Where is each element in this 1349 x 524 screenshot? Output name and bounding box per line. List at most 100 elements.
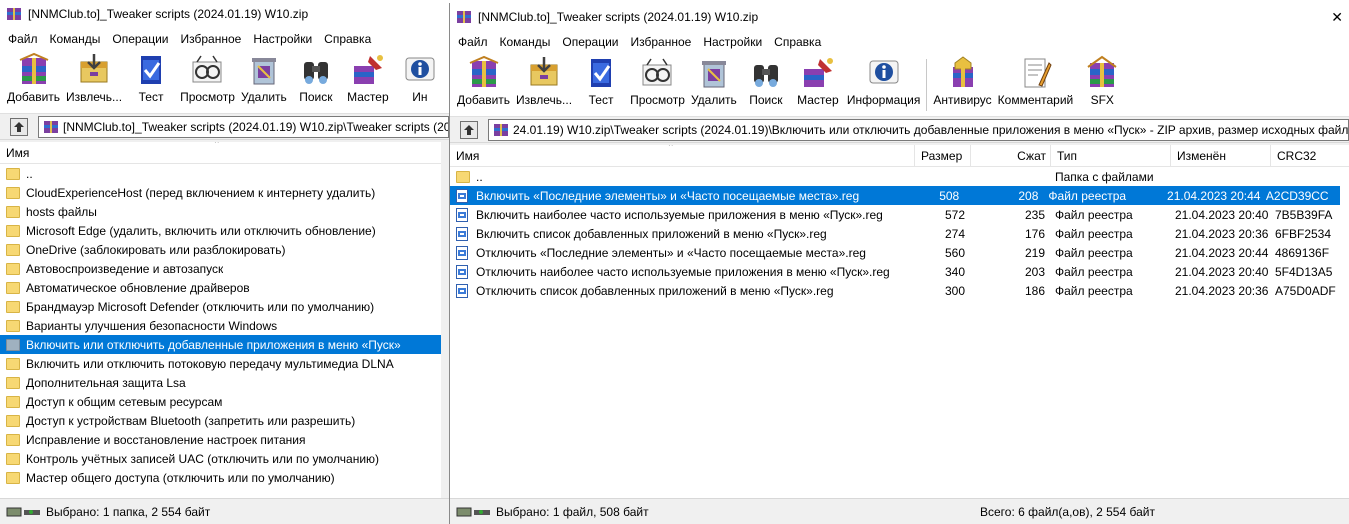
menu-item-1[interactable]: Команды [494,35,557,49]
column-type[interactable]: Тип [1051,145,1171,166]
menu-item-2[interactable]: Операции [106,32,174,46]
column-packed[interactable]: Сжат [971,145,1051,166]
toolbar-button-view[interactable]: Просмотр [627,55,688,107]
folder-icon [6,338,20,351]
toolbar-label: Просмотр [630,93,685,107]
title-bar[interactable]: [NNMClub.to]_Tweaker scripts (2024.01.19… [450,3,1349,31]
up-folder-button[interactable] [460,120,478,139]
toolbar-button-test[interactable]: Тест [575,55,627,107]
list-item[interactable]: .. [0,164,449,183]
delete-icon [251,58,276,85]
up-folder-button[interactable] [10,117,28,136]
list-item[interactable]: Дополнительная защита Lsa [0,373,449,392]
column-name[interactable]: Имя [450,145,915,166]
view-icon [642,58,672,86]
toolbar-label: Мастер [347,90,389,104]
sfx-icon [1087,55,1117,87]
toolbar-button-info[interactable]: Ин [394,52,446,104]
table-row[interactable]: Отключить «Последние элементы» и «Часто … [450,243,1349,262]
cell-type: Файл реестра [1055,245,1133,260]
list-item[interactable]: Microsoft Edge (удалить, включить или от… [0,221,449,240]
list-item[interactable]: Контроль учётных записей UAC (отключить … [0,449,449,468]
list-item[interactable]: Доступ к общим сетевым ресурсам [0,392,449,411]
info-icon [869,60,899,84]
toolbar-label: Поиск [749,93,783,107]
item-name: Варианты улучшения безопасности Windows [26,318,278,333]
table-row[interactable]: Отключить список добавленных приложений … [450,281,1349,300]
item-name: Мастер общего доступа (отключить или по … [26,470,335,485]
address-field[interactable]: [NNMClub.to]_Tweaker scripts (2024.01.19… [38,115,449,138]
toolbar-button-comment[interactable]: Комментарий [995,55,1077,107]
table-row[interactable]: Включить список добавленных приложений в… [450,224,1349,243]
table-row[interactable]: Отключить наиболее часто используемые пр… [450,262,1349,281]
address-path: [NNMClub.to]_Tweaker scripts (2024.01.19… [63,119,449,134]
toolbar-button-delete[interactable]: Удалить [238,52,290,104]
toolbar-button-find[interactable]: Поиск [740,55,792,107]
folder-icon [6,205,20,218]
list-item[interactable]: Включить или отключить добавленные прило… [0,335,449,354]
toolbar-label: Удалить [240,90,287,104]
list-item[interactable]: OneDrive (заблокировать или разблокирова… [0,240,449,259]
table-row-parent[interactable]: .. Папка с файлами [450,167,1349,186]
toolbar-button-extract[interactable]: Извлечь... [63,52,125,104]
list-item[interactable]: Автоматическое обновление драйверов [0,278,449,297]
toolbar-button-add-archive[interactable]: Добавить [4,52,63,104]
toolbar-button-delete[interactable]: Удалить [688,55,740,107]
item-name: Автовоспроизведение и автозапуск [26,261,224,276]
list-item[interactable]: Мастер общего доступа (отключить или по … [0,468,449,487]
menu-item-0[interactable]: Файл [452,35,494,49]
list-item[interactable]: Доступ к устройствам Bluetooth (запретит… [0,411,449,430]
list-item[interactable]: CloudExperienceHost (перед включением к … [0,183,449,202]
list-item[interactable]: hosts файлы [0,202,449,221]
item-name: Доступ к устройствам Bluetooth (запретит… [26,413,356,428]
toolbar-button-antivirus[interactable]: Антивирус [930,55,994,107]
menu-item-5[interactable]: Справка [768,35,827,49]
menu-item-3[interactable]: Избранное [625,35,698,49]
scrollbar[interactable] [441,142,449,498]
toolbar-button-view[interactable]: Просмотр [177,52,238,104]
menu-item-1[interactable]: Команды [44,32,107,46]
cell-crc: 5F4D13A5 [1275,264,1333,279]
menu-item-2[interactable]: Операции [556,35,624,49]
find-icon [753,65,778,87]
toolbar-button-wizard[interactable]: Мастер [792,55,844,107]
table-row[interactable]: Включить наиболее часто используемые при… [450,205,1349,224]
menu-item-3[interactable]: Избранное [175,32,248,46]
list-item[interactable]: Брандмауэр Microsoft Defender (отключить… [0,297,449,316]
list-item[interactable]: Автовоспроизведение и автозапуск [0,259,449,278]
menu-item-0[interactable]: Файл [2,32,44,46]
title-bar[interactable]: [NNMClub.to]_Tweaker scripts (2024.01.19… [0,0,449,28]
registry-file-icon [456,188,468,203]
table-row[interactable]: Включить «Последние элементы» и «Часто п… [450,186,1340,205]
toolbar-label: Ин [412,90,428,104]
menu-item-4[interactable]: Настройки [697,35,768,49]
column-crc[interactable]: CRC32 [1271,145,1349,166]
toolbar-button-sfx[interactable]: SFX [1076,55,1128,107]
list-item[interactable]: Включить или отключить потоковую передач… [0,354,449,373]
column-name[interactable]: Имя [0,142,449,163]
item-name: CloudExperienceHost (перед включением к … [26,185,376,200]
menu-item-4[interactable]: Настройки [247,32,318,46]
toolbar-button-extract[interactable]: Извлечь... [513,55,575,107]
toolbar-button-test[interactable]: Тест [125,52,177,104]
menu-item-5[interactable]: Справка [318,32,377,46]
cell-name: Включить наиболее часто используемые при… [476,207,883,222]
column-size[interactable]: Размер [915,145,971,166]
toolbar-button-wizard[interactable]: Мастер [342,52,394,104]
column-modified[interactable]: Изменён [1171,145,1271,166]
list-item[interactable]: Исправление и восстановление настроек пи… [0,430,449,449]
toolbar-button-add-archive[interactable]: Добавить [454,55,513,107]
toolbar-button-info[interactable]: Информация [844,55,923,107]
close-icon[interactable]: ✕ [1331,9,1343,26]
wizard-icon [353,55,383,84]
test-icon [591,59,612,87]
address-field[interactable]: 24.01.19) W10.zip\Tweaker scripts (2024.… [488,118,1349,141]
menu-bar: Файл Команды Операции Избранное Настройки Спр… [450,31,1349,53]
cell-size: 572 [944,207,965,222]
folder-icon [6,243,20,256]
cell-crc: 7B5B39FA [1275,207,1333,222]
list-item[interactable]: Варианты улучшения безопасности Windows [0,316,449,335]
view-icon [192,55,222,83]
archive-icon [494,123,508,136]
toolbar-button-find[interactable]: Поиск [290,52,342,104]
